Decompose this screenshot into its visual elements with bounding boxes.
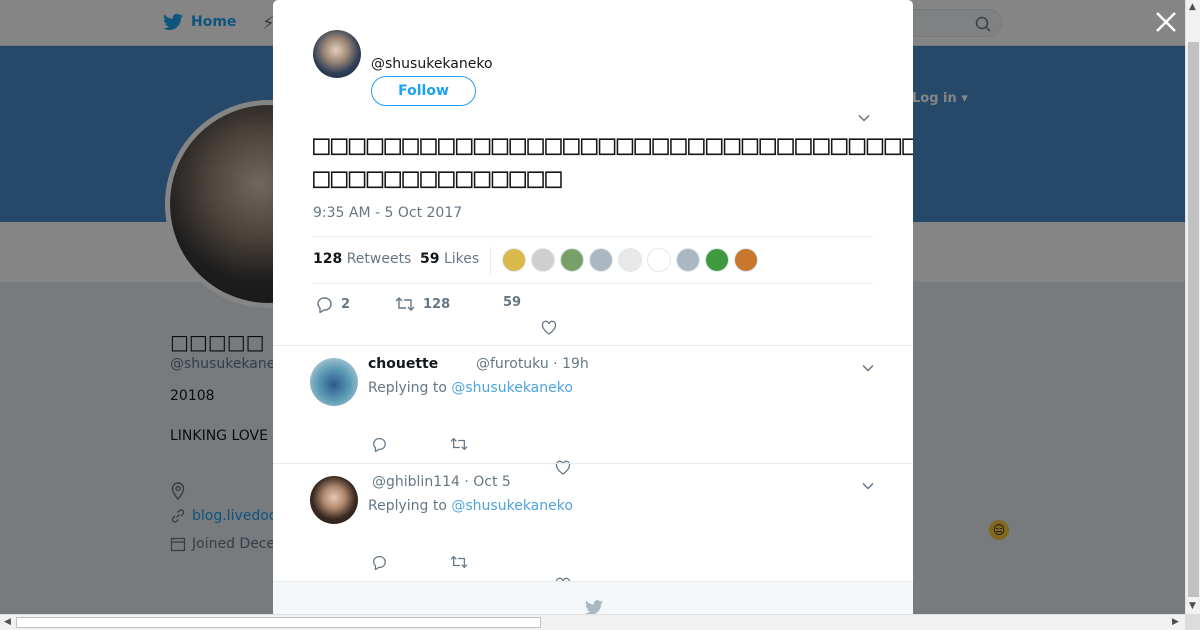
follow-button[interactable]: Follow (371, 76, 476, 106)
tweet-text-line-2: □□□□□□□□□□□□□□ (313, 161, 564, 194)
reply-retweet-button[interactable] (450, 436, 468, 456)
reply-tweet[interactable]: @ghiblin114 · Oct 5 Replying to @shusuke… (273, 463, 913, 581)
reply-avatar[interactable] (310, 476, 358, 524)
reply-author-name[interactable]: chouette (368, 356, 438, 372)
like-count: 59 (503, 295, 522, 310)
tweet-menu-chevron-down-icon[interactable] (857, 110, 871, 124)
scroll-right-arrow-icon[interactable]: ▶ (1172, 617, 1179, 627)
author-avatar[interactable] (313, 30, 361, 78)
face-drawing-avatar[interactable] (647, 248, 671, 272)
reply-author-meta[interactable]: @furotuku · 19h (476, 356, 589, 372)
default-avatar[interactable] (676, 248, 700, 272)
coin-avatar[interactable] (502, 248, 526, 272)
retweet-icon (450, 437, 468, 451)
author-handle[interactable]: @shusukekaneko (371, 56, 493, 72)
modal-footer (273, 581, 913, 614)
stats-divider (490, 247, 491, 275)
reply-reply-button[interactable] (371, 554, 387, 574)
replying-prefix: Replying to (368, 498, 447, 514)
drawing-avatar[interactable] (618, 248, 642, 272)
sketch-avatar[interactable] (531, 248, 555, 272)
reply-tweet[interactable]: chouette @furotuku · 19h Replying to @sh… (273, 345, 913, 475)
replying-to-link[interactable]: @shusukekaneko (451, 498, 573, 514)
tweet-timestamp[interactable]: 9:35 AM - 5 Oct 2017 (313, 205, 462, 221)
tweet-modal: @shusukekaneko Follow □□□□□□□□□□□□□□□□□□… (273, 0, 913, 614)
likes-stat[interactable]: 59 Likes (420, 251, 479, 267)
likes-count: 59 (420, 251, 440, 267)
horizontal-scrollbar-thumb[interactable] (16, 617, 541, 628)
tweet-actions: 2 128 59 (313, 295, 873, 335)
replying-to: Replying to @shusukekaneko (368, 380, 573, 396)
scroll-up-arrow-icon[interactable]: ▲ (1189, 2, 1196, 12)
vertical-scrollbar[interactable]: ▲ ▼ (1185, 0, 1200, 614)
retweet-button[interactable]: 128 (395, 295, 450, 313)
liker-avatars (502, 248, 758, 272)
close-icon (1156, 12, 1176, 32)
replying-prefix: Replying to (368, 380, 447, 396)
tweet-text-line-1: □□□□□□□□□□□□□□□□□□□□□□□□□□□□□□□□□□□□□□□□… (313, 128, 913, 161)
retweets-label: Retweets (346, 251, 412, 267)
anime-avatar[interactable] (560, 248, 584, 272)
reply-retweet-button[interactable] (450, 554, 468, 574)
retweet-count: 128 (423, 296, 451, 312)
like-button[interactable]: 59 (503, 295, 521, 310)
reply-menu-chevron-down-icon[interactable] (861, 478, 875, 492)
close-button[interactable] (1152, 10, 1180, 38)
reply-button[interactable]: 2 (315, 295, 350, 313)
replying-to: Replying to @shusukekaneko (368, 498, 573, 514)
heart-icon[interactable] (541, 320, 557, 340)
reply-icon (373, 438, 386, 453)
vertical-scrollbar-thumb[interactable] (1188, 42, 1199, 597)
likes-label: Likes (443, 251, 480, 267)
reply-reply-button[interactable] (371, 436, 387, 456)
replying-to-link[interactable]: @shusukekaneko (451, 380, 573, 396)
reply-icon (373, 556, 386, 571)
tweet-stats: 128 Retweets 59 Likes (313, 236, 873, 284)
tweet-text: □□□□□□□□□□□□□□□□□□□□□□□□□□□□□□□□□□ □□□□□□… (313, 128, 913, 194)
retweets-stat[interactable]: 128 Retweets (313, 251, 411, 267)
retweet-icon (395, 297, 415, 311)
scroll-down-arrow-icon[interactable]: ▼ (1189, 601, 1196, 611)
reply-icon (317, 297, 332, 313)
reply-count: 2 (341, 296, 351, 312)
scrollbar-corner (1185, 614, 1200, 630)
green-avatar[interactable] (705, 248, 729, 272)
scroll-left-arrow-icon[interactable]: ◀ (4, 617, 11, 627)
retweet-icon (450, 555, 468, 569)
default-avatar[interactable] (589, 248, 613, 272)
horizontal-scrollbar[interactable]: ◀ ▶ (0, 614, 1185, 630)
reply-author-meta[interactable]: @ghiblin114 · Oct 5 (372, 474, 511, 490)
twitter-bird-icon (585, 600, 603, 614)
food-avatar[interactable] (734, 248, 758, 272)
reply-avatar[interactable] (310, 358, 358, 406)
reply-menu-chevron-down-icon[interactable] (861, 360, 875, 374)
retweets-count: 128 (313, 251, 343, 267)
